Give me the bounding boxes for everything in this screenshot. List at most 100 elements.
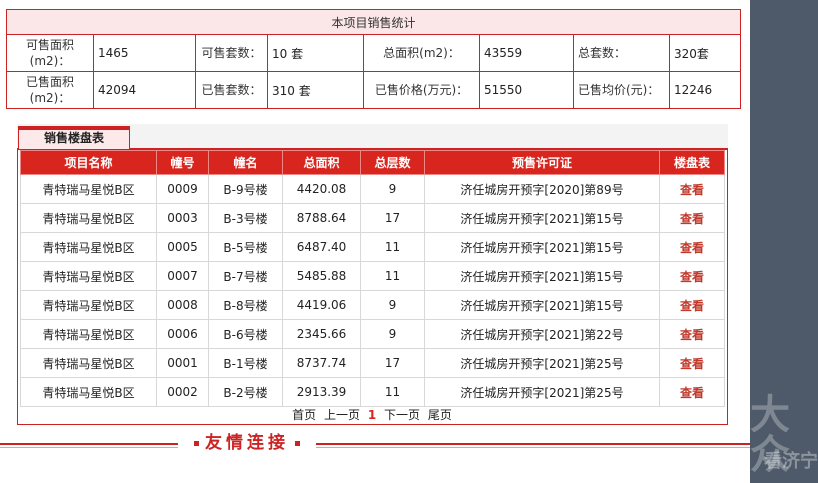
- right-side-panel: 大众 看济宁: [750, 0, 818, 483]
- friend-links-divider-thin: [0, 447, 750, 448]
- cell-total-floors: 11: [360, 232, 425, 262]
- cell-project-name: 青特瑞马星悦B区: [20, 290, 157, 320]
- total-area-value: 43559: [479, 34, 574, 72]
- sold-price-value: 51550: [479, 71, 574, 109]
- available-units-label: 可售套数：: [195, 34, 268, 72]
- table-row: 青特瑞马星悦B区 0009 B-9号楼 4420.08 9 济任城房开预字[2020]第8…: [20, 174, 725, 204]
- cell-project-name: 青特瑞马星悦B区: [20, 261, 157, 291]
- cell-building-name: B-9号楼: [208, 174, 283, 204]
- pager-prev[interactable]: 上一页: [324, 408, 360, 422]
- header-building-no: 幢号: [156, 150, 209, 175]
- buildings-tabbar: 销售楼盘表: [17, 124, 728, 150]
- table-row: 青特瑞马星悦B区 0002 B-2号楼 2913.39 11 济任城房开预字[2021]第…: [20, 377, 725, 407]
- cell-building-no: 0001: [156, 348, 209, 378]
- available-area-value: 1465: [93, 34, 196, 72]
- cell-total-floors: 9: [360, 174, 425, 204]
- cell-total-floors: 17: [360, 348, 425, 378]
- square-bullet-icon: [295, 440, 300, 446]
- available-units-value: 10 套: [267, 34, 364, 72]
- pager-current: 1: [367, 408, 377, 422]
- table-row: 青特瑞马星悦B区 0003 B-3号楼 8788.64 17 济任城房开预字[2021]第…: [20, 203, 725, 233]
- cell-building-name: B-5号楼: [208, 232, 283, 262]
- cell-view-link[interactable]: 查看: [659, 377, 725, 407]
- cell-building-no: 0002: [156, 377, 209, 407]
- cell-project-name: 青特瑞马星悦B区: [20, 174, 157, 204]
- header-building-name: 幢名: [208, 150, 283, 175]
- table-row: 青特瑞马星悦B区 0001 B-1号楼 8737.74 17 济任城房开预字[2021]第…: [20, 348, 725, 378]
- cell-project-name: 青特瑞马星悦B区: [20, 348, 157, 378]
- cell-total-area: 2345.66: [282, 319, 361, 349]
- cell-presale-permit: 济任城房开预字[2021]第15号: [424, 232, 660, 262]
- cell-total-area: 4420.08: [282, 174, 361, 204]
- cell-total-floors: 9: [360, 319, 425, 349]
- cell-building-no: 0008: [156, 290, 209, 320]
- cell-building-name: B-1号楼: [208, 348, 283, 378]
- cell-building-no: 0009: [156, 174, 209, 204]
- cell-view-link[interactable]: 查看: [659, 174, 725, 204]
- sold-area-value: 42094: [93, 71, 196, 109]
- pager-first[interactable]: 首页: [292, 408, 316, 422]
- cell-view-link[interactable]: 查看: [659, 203, 725, 233]
- cell-building-no: 0005: [156, 232, 209, 262]
- pagination: 首页 上一页 1 下一页 尾页: [20, 406, 724, 423]
- tab-sales-buildings[interactable]: 销售楼盘表: [18, 126, 130, 149]
- sold-area-label: 已售面积 (m2)：: [6, 71, 94, 109]
- cell-presale-permit: 济任城房开预字[2021]第15号: [424, 261, 660, 291]
- friend-links-heading: 友情连接: [178, 432, 316, 454]
- header-floor-plan: 楼盘表: [659, 150, 725, 175]
- header-total-floors: 总层数: [360, 150, 425, 175]
- cell-presale-permit: 济任城房开预字[2020]第89号: [424, 174, 660, 204]
- cell-building-name: B-3号楼: [208, 203, 283, 233]
- cell-total-area: 5485.88: [282, 261, 361, 291]
- header-total-area: 总面积: [282, 150, 361, 175]
- total-units-label: 总套数：: [573, 34, 670, 72]
- cell-total-area: 4419.06: [282, 290, 361, 320]
- cell-building-name: B-6号楼: [208, 319, 283, 349]
- table-row: 青特瑞马星悦B区 0008 B-8号楼 4419.06 9 济任城房开预字[2021]第1…: [20, 290, 725, 320]
- cell-total-area: 6487.40: [282, 232, 361, 262]
- pager-last[interactable]: 尾页: [428, 408, 452, 422]
- cell-presale-permit: 济任城房开预字[2021]第22号: [424, 319, 660, 349]
- cell-view-link[interactable]: 查看: [659, 290, 725, 320]
- cell-total-floors: 9: [360, 290, 425, 320]
- cell-project-name: 青特瑞马星悦B区: [20, 232, 157, 262]
- friend-links-divider: [0, 443, 750, 445]
- cell-project-name: 青特瑞马星悦B区: [20, 319, 157, 349]
- cell-total-area: 8788.64: [282, 203, 361, 233]
- cell-presale-permit: 济任城房开预字[2021]第25号: [424, 377, 660, 407]
- buildings-header-row: 项目名称 幢号 幢名 总面积 总层数 预售许可证 楼盘表: [20, 150, 725, 175]
- sales-stats-table: 本项目销售统计 可售面积 (m2)： 1465 可售套数： 10 套 总面积(m2…: [5, 9, 742, 109]
- cell-project-name: 青特瑞马星悦B区: [20, 377, 157, 407]
- cell-building-name: B-7号楼: [208, 261, 283, 291]
- square-bullet-icon: [194, 440, 199, 446]
- pager-next[interactable]: 下一页: [384, 408, 420, 422]
- available-area-label: 可售面积 (m2)：: [6, 34, 94, 72]
- cell-presale-permit: 济任城房开预字[2021]第15号: [424, 203, 660, 233]
- cell-building-no: 0003: [156, 203, 209, 233]
- cell-presale-permit: 济任城房开预字[2021]第25号: [424, 348, 660, 378]
- stats-title: 本项目销售统计: [5, 9, 742, 35]
- header-project-name: 项目名称: [20, 150, 157, 175]
- cell-total-area: 2913.39: [282, 377, 361, 407]
- table-row: 青特瑞马星悦B区 0005 B-5号楼 6487.40 11 济任城房开预字[2021]第…: [20, 232, 725, 262]
- total-units-value: 320套: [668, 34, 742, 72]
- cell-view-link[interactable]: 查看: [659, 319, 725, 349]
- cell-view-link[interactable]: 查看: [659, 232, 725, 262]
- sold-units-label: 已售套数：: [195, 71, 268, 109]
- watermark-subtext: 看济宁: [764, 451, 818, 472]
- avg-price-value: 12246: [668, 71, 742, 109]
- header-presale-permit: 预售许可证: [424, 150, 660, 175]
- cell-building-name: B-2号楼: [208, 377, 283, 407]
- buildings-table: 项目名称 幢号 幢名 总面积 总层数 预售许可证 楼盘表 青特瑞马星悦B区 000…: [20, 150, 725, 407]
- total-area-label: 总面积(m2)：: [363, 34, 480, 72]
- sold-units-value: 310 套: [267, 71, 364, 109]
- cell-building-no: 0007: [156, 261, 209, 291]
- table-row: 青特瑞马星悦B区 0006 B-6号楼 2345.66 9 济任城房开预字[2021]第2…: [20, 319, 725, 349]
- cell-view-link[interactable]: 查看: [659, 348, 725, 378]
- cell-total-floors: 11: [360, 377, 425, 407]
- cell-presale-permit: 济任城房开预字[2021]第15号: [424, 290, 660, 320]
- cell-total-area: 8737.74: [282, 348, 361, 378]
- cell-view-link[interactable]: 查看: [659, 261, 725, 291]
- cell-building-no: 0006: [156, 319, 209, 349]
- sold-price-label: 已售价格(万元)：: [363, 71, 480, 109]
